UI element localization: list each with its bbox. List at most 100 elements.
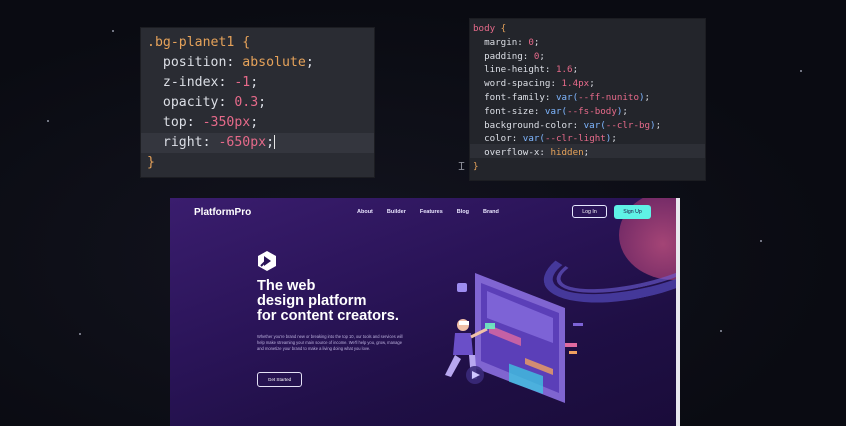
- hero-description: Whether you're brand new or breaking int…: [257, 334, 403, 352]
- code-token: ;: [250, 75, 259, 90]
- code-line[interactable]: opacity: 0.3;: [147, 93, 314, 113]
- code-token: color:: [473, 133, 523, 145]
- code-lines[interactable]: .bg-planet1 { position: absolute; z-inde…: [147, 33, 314, 173]
- code-line[interactable]: right: -650px;: [147, 133, 314, 153]
- code-token: px: [250, 135, 267, 150]
- code-line[interactable]: z-index: -1;: [147, 73, 314, 93]
- code-token: --fs-body: [567, 105, 617, 117]
- star: [720, 330, 722, 332]
- code-editor-right[interactable]: body { margin: 0; padding: 0; line-heigh…: [470, 19, 705, 180]
- code-token: ;: [539, 50, 545, 62]
- code-token: var(: [544, 105, 568, 117]
- code-token: ;: [533, 36, 540, 48]
- code-token: px: [234, 115, 251, 130]
- code-token: overflow-x:: [473, 147, 551, 159]
- get-started-button[interactable]: Get Started: [257, 372, 302, 387]
- code-token: --ff-nunito: [578, 91, 639, 103]
- code-line[interactable]: }: [473, 160, 661, 174]
- code-token: background-color:: [473, 119, 584, 131]
- star: [79, 333, 81, 335]
- code-line[interactable]: top: -350px;: [147, 113, 314, 133]
- code-token: word-spacing:: [473, 78, 562, 90]
- scrollbar-thumb[interactable]: [676, 198, 680, 426]
- code-token: ;: [250, 115, 259, 130]
- star: [760, 240, 762, 242]
- code-token: ;: [258, 95, 267, 110]
- code-token: -1: [234, 75, 251, 90]
- code-token: position:: [147, 55, 243, 70]
- star: [112, 30, 114, 32]
- code-token: top:: [147, 115, 203, 130]
- code-token: ;: [644, 91, 651, 103]
- code-token: ;: [622, 105, 628, 117]
- signup-button[interactable]: Sign Up: [614, 205, 651, 219]
- code-token: ;: [655, 119, 662, 131]
- hero-title: The web design platform for content crea…: [257, 279, 399, 324]
- nav-item-blog[interactable]: Blog: [457, 209, 469, 215]
- code-token: ;: [583, 147, 590, 159]
- code-token: var(: [583, 119, 606, 131]
- code-lines[interactable]: body { margin: 0; padding: 0; line-heigh…: [473, 22, 661, 174]
- platform-logo-icon: [258, 251, 276, 271]
- code-token: line-height:: [473, 64, 556, 76]
- code-token: hidden: [550, 147, 584, 159]
- star: [47, 120, 49, 122]
- code-token: margin:: [473, 36, 529, 48]
- code-token: padding:: [473, 50, 534, 62]
- code-token: .bg-planet1: [147, 35, 243, 50]
- code-token: ;: [589, 78, 595, 90]
- text-caret: [274, 135, 276, 149]
- code-line[interactable]: position: absolute;: [147, 53, 314, 73]
- code-token: body: [473, 23, 501, 34]
- code-token: var(: [522, 133, 545, 145]
- code-token: {: [500, 23, 507, 34]
- code-token: -350: [202, 115, 235, 130]
- code-line[interactable]: padding: 0;: [473, 50, 661, 64]
- code-token: absolute: [242, 55, 306, 70]
- hero-title-line: The web: [257, 278, 316, 294]
- hero-title-line: design platform: [257, 293, 367, 309]
- code-token: -650: [218, 135, 251, 150]
- code-token: --clr-light: [544, 133, 606, 145]
- code-token: ;: [266, 135, 275, 150]
- preview-scrollbar[interactable]: [676, 198, 680, 426]
- code-token: opacity:: [147, 95, 235, 110]
- text-cursor-icon: Ｉ: [456, 160, 467, 173]
- code-token: 1.4px: [561, 78, 590, 90]
- code-editor-left[interactable]: .bg-planet1 { position: absolute; z-inde…: [141, 28, 467, 177]
- code-token: var(: [555, 91, 579, 103]
- code-line[interactable]: line-height: 1.6;: [473, 63, 661, 77]
- code-line[interactable]: overflow-x: hidden;: [473, 146, 661, 160]
- site-brand[interactable]: PlatformPro: [194, 207, 251, 218]
- star: [800, 70, 802, 72]
- code-token: --clr-bg: [605, 119, 651, 131]
- code-line[interactable]: body {: [473, 22, 661, 36]
- code-line[interactable]: .bg-planet1 {: [147, 33, 314, 53]
- nav-item-features[interactable]: Features: [420, 209, 443, 215]
- website-preview: PlatformPro About Builder Features Blog …: [170, 198, 678, 426]
- code-token: ;: [611, 133, 617, 145]
- code-token: 1.6: [555, 64, 573, 76]
- nav-item-builder[interactable]: Builder: [387, 209, 406, 215]
- code-token: ;: [572, 64, 579, 76]
- code-token: right:: [147, 135, 219, 150]
- nav-item-about[interactable]: About: [357, 209, 373, 215]
- code-line[interactable]: color: var(--clr-light);: [473, 132, 661, 146]
- hero-title-line: for content creators.: [257, 308, 399, 324]
- code-line[interactable]: font-family: var(--ff-nunito);: [473, 91, 661, 105]
- code-line[interactable]: background-color: var(--clr-bg);: [473, 119, 661, 133]
- login-button[interactable]: Log In: [572, 205, 607, 218]
- code-line[interactable]: word-spacing: 1.4px;: [473, 77, 661, 91]
- code-line[interactable]: font-size: var(--fs-body);: [473, 105, 661, 119]
- nav-item-brand[interactable]: Brand: [483, 209, 499, 215]
- code-token: font-size:: [473, 105, 545, 117]
- code-token: z-index:: [147, 75, 235, 90]
- code-line[interactable]: margin: 0;: [473, 36, 661, 50]
- code-token: ;: [305, 55, 314, 70]
- code-token: font-family:: [473, 91, 556, 103]
- code-token: {: [242, 35, 251, 50]
- code-line[interactable]: }: [147, 153, 314, 173]
- code-token: }: [473, 160, 479, 172]
- site-nav: About Builder Features Blog Brand: [357, 209, 499, 215]
- hero-illustration: [445, 273, 583, 403]
